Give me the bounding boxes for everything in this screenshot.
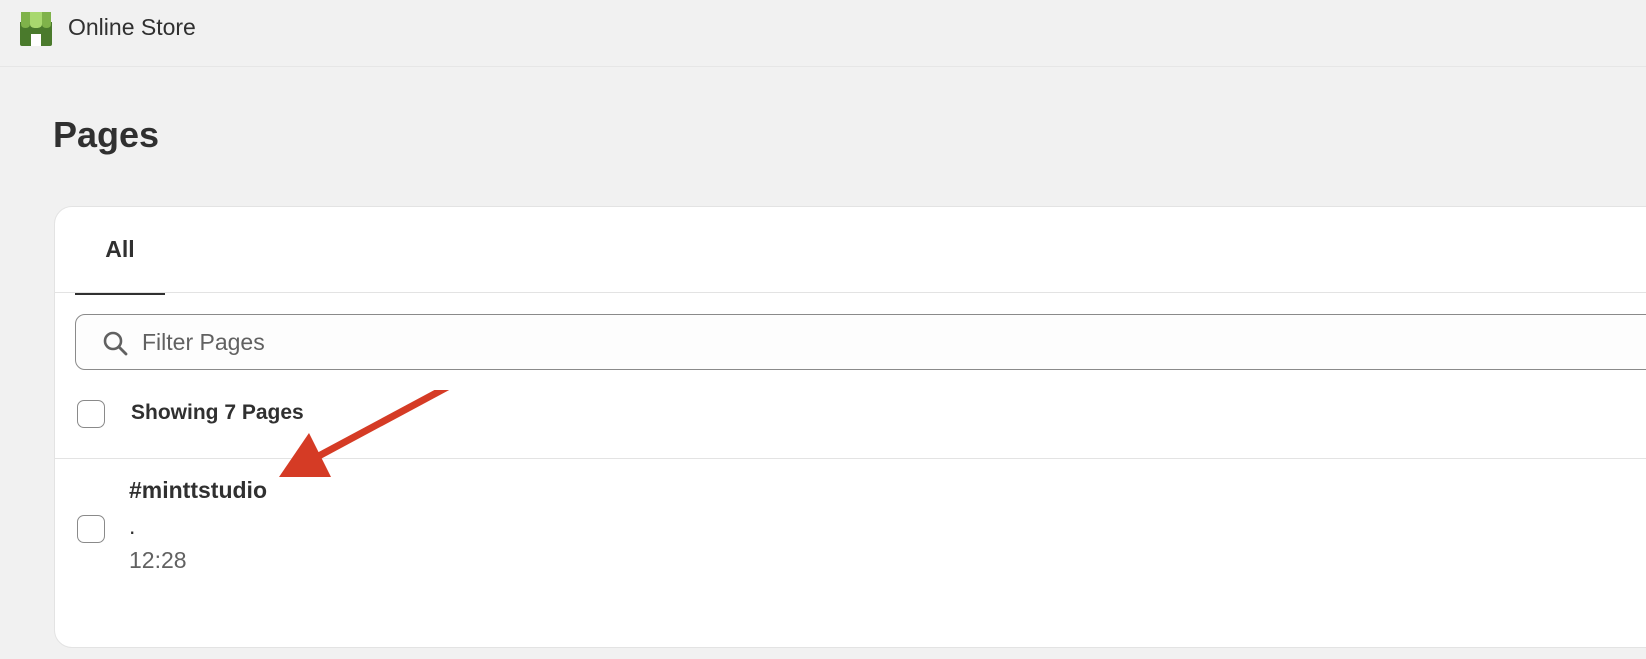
annotation-arrow	[279, 390, 450, 477]
page-timestamp: 12:28	[129, 547, 187, 573]
page-excerpt: .	[129, 513, 136, 539]
row-checkbox[interactable]	[77, 515, 105, 543]
page-title: Pages	[53, 114, 160, 155]
tab-all-label: All	[105, 236, 135, 262]
app-title: Online Store	[68, 14, 196, 40]
tab-all[interactable]: All	[75, 207, 165, 295]
store-icon[interactable]	[18, 12, 54, 46]
tab-divider	[55, 292, 1646, 293]
filter-pages-search[interactable]	[75, 314, 1646, 370]
top-bar: Online Store	[0, 0, 1646, 67]
page-title-link[interactable]: #minttstudio	[129, 477, 267, 504]
select-all-checkbox[interactable]	[77, 400, 105, 428]
search-icon	[103, 331, 128, 356]
search-input[interactable]	[142, 315, 1042, 369]
